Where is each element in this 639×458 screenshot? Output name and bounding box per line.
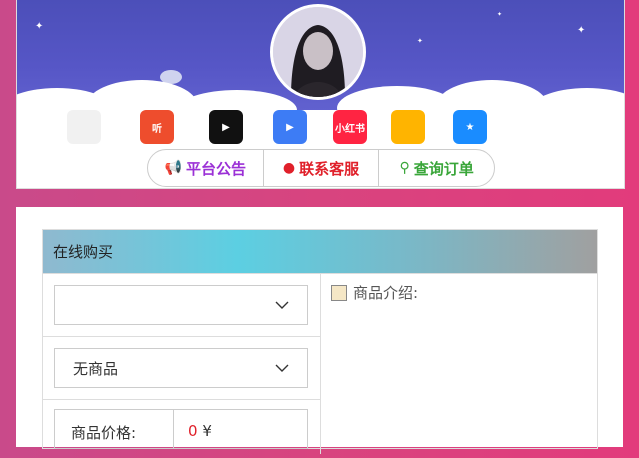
form-column: 无商品 商品价格: 0 ¥	[43, 274, 321, 454]
game-app-icon[interactable]	[391, 110, 425, 144]
star-icon: ✦	[497, 11, 503, 18]
qzone-app-icon[interactable]: ★	[453, 110, 487, 144]
intro-label: 商品介绍:	[353, 284, 419, 302]
user-icon: ●	[282, 160, 296, 176]
star-icon: ✦	[35, 21, 44, 32]
video-app-icon[interactable]: ▶	[273, 110, 307, 144]
header-card: ✦ ✦ ✦ ✦ 听 ▶ ▶ 小红书 ★ 📢 平台公告 ● 联系客服 ⚲ 查询订单	[16, 0, 625, 189]
price-amount: 0	[188, 422, 198, 440]
panel-title: 在线购买	[43, 230, 597, 274]
star-icon: ✦	[577, 25, 586, 36]
xiaohongshu-app-icon[interactable]: 小红书	[333, 110, 367, 144]
support-button[interactable]: ● 联系客服	[264, 150, 380, 186]
megaphone-icon: 📢	[164, 160, 183, 176]
price-row: 商品价格: 0 ¥	[43, 398, 320, 458]
search-icon: ⚲	[399, 160, 410, 176]
purchase-card: 在线购买 无商品 商品价格: 0 ¥ 商品介绍:	[16, 207, 623, 454]
product-intro: 商品介绍:	[331, 282, 418, 303]
price-label: 商品价格:	[54, 409, 173, 449]
query-order-button[interactable]: ⚲ 查询订单	[379, 150, 494, 186]
nav-button-group: 📢 平台公告 ● 联系客服 ⚲ 查询订单	[147, 149, 495, 187]
currency-symbol: ¥	[202, 422, 212, 440]
image-icon	[331, 284, 347, 301]
query-label: 查询订单	[413, 159, 474, 178]
listen-app-icon[interactable]: 听	[140, 110, 174, 144]
video-play-app-icon[interactable]: ▶	[209, 110, 243, 144]
qq-app-icon[interactable]	[517, 110, 551, 144]
announcement-button[interactable]: 📢 平台公告	[148, 150, 264, 186]
category-select[interactable]	[54, 285, 308, 325]
music-app-icon[interactable]	[67, 110, 101, 144]
chevron-down-icon	[275, 301, 289, 309]
support-label: 联系客服	[299, 159, 360, 178]
avatar	[270, 4, 366, 100]
chevron-down-icon	[275, 364, 289, 372]
product-select[interactable]: 无商品	[54, 348, 308, 388]
app-row: 听 ▶ ▶ 小红书 ★	[17, 110, 624, 146]
price-value: 0 ¥	[173, 409, 308, 449]
product-value: 无商品	[73, 359, 119, 378]
purchase-panel: 在线购买 无商品 商品价格: 0 ¥ 商品介绍:	[42, 229, 598, 454]
announcement-label: 平台公告	[186, 159, 247, 178]
intro-column: 商品介绍:	[331, 282, 418, 303]
star-icon: ✦	[417, 37, 423, 45]
